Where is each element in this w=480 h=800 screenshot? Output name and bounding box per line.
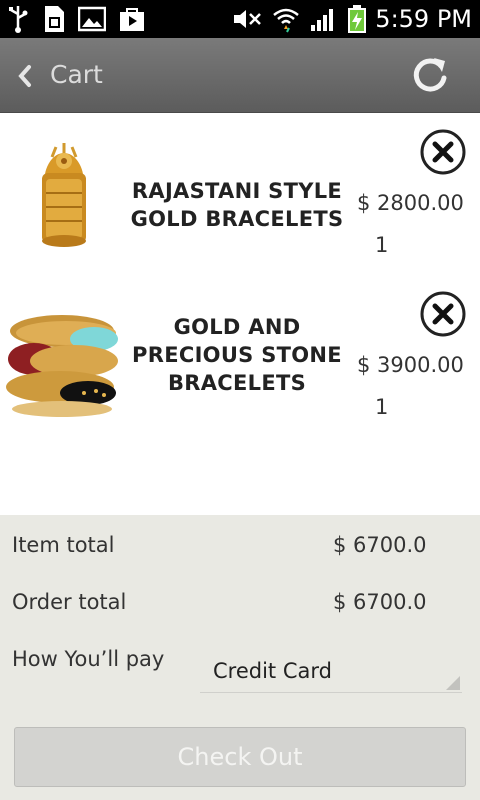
- gallery-icon: [78, 6, 106, 32]
- refresh-icon[interactable]: [410, 56, 450, 96]
- cart-item[interactable]: GOLD AND PRECIOUS STONE BRACELETS $ 3900…: [0, 285, 480, 435]
- remove-item-icon[interactable]: [418, 129, 468, 175]
- item-name: RAJASTANI STYLE GOLD BRACELETS: [130, 179, 344, 231]
- cart-item[interactable]: RAJASTANI STYLE GOLD BRACELETS $ 2800.00…: [0, 123, 480, 273]
- payment-method-value: Credit Card: [213, 659, 332, 683]
- item-quantity[interactable]: 1: [375, 395, 388, 419]
- order-summary: Item total $ 6700.0 Order total $ 6700.0…: [0, 515, 480, 800]
- gold-bracelet-image: [4, 137, 122, 255]
- play-store-icon: [120, 8, 144, 31]
- status-time: 5:59 PM: [375, 5, 472, 33]
- stone-bracelets-image: [4, 303, 122, 421]
- page-title[interactable]: Cart: [50, 60, 103, 89]
- remove-item-icon[interactable]: [418, 291, 468, 337]
- item-total-value: $ 6700.0: [333, 533, 427, 557]
- item-quantity[interactable]: 1: [375, 233, 388, 257]
- item-price: $ 2800.00: [357, 191, 464, 215]
- payment-method-label: How You’ll pay: [12, 647, 165, 671]
- item-total-label: Item total: [12, 533, 115, 557]
- item-price: $ 3900.00: [357, 353, 464, 377]
- dropdown-arrow-icon: [446, 676, 460, 690]
- no-sound-icon: [234, 10, 262, 28]
- checkout-button[interactable]: Check Out: [14, 727, 466, 787]
- chevron-left-icon[interactable]: [14, 62, 34, 90]
- status-bar: 5:59 PM: [0, 0, 480, 38]
- signal-icon: [311, 9, 334, 31]
- item-name: GOLD AND PRECIOUS STONE BRACELETS: [132, 315, 342, 395]
- order-total-value: $ 6700.0: [333, 590, 427, 614]
- cart-list: RAJASTANI STYLE GOLD BRACELETS $ 2800.00…: [0, 113, 480, 515]
- wifi-icon: [273, 8, 300, 33]
- usb-icon: [9, 6, 28, 33]
- sim-card-icon: [45, 6, 64, 32]
- payment-method-select[interactable]: Credit Card: [200, 647, 462, 693]
- order-total-label: Order total: [12, 590, 127, 614]
- action-bar: Cart: [0, 38, 480, 113]
- battery-charging-icon: [348, 5, 367, 33]
